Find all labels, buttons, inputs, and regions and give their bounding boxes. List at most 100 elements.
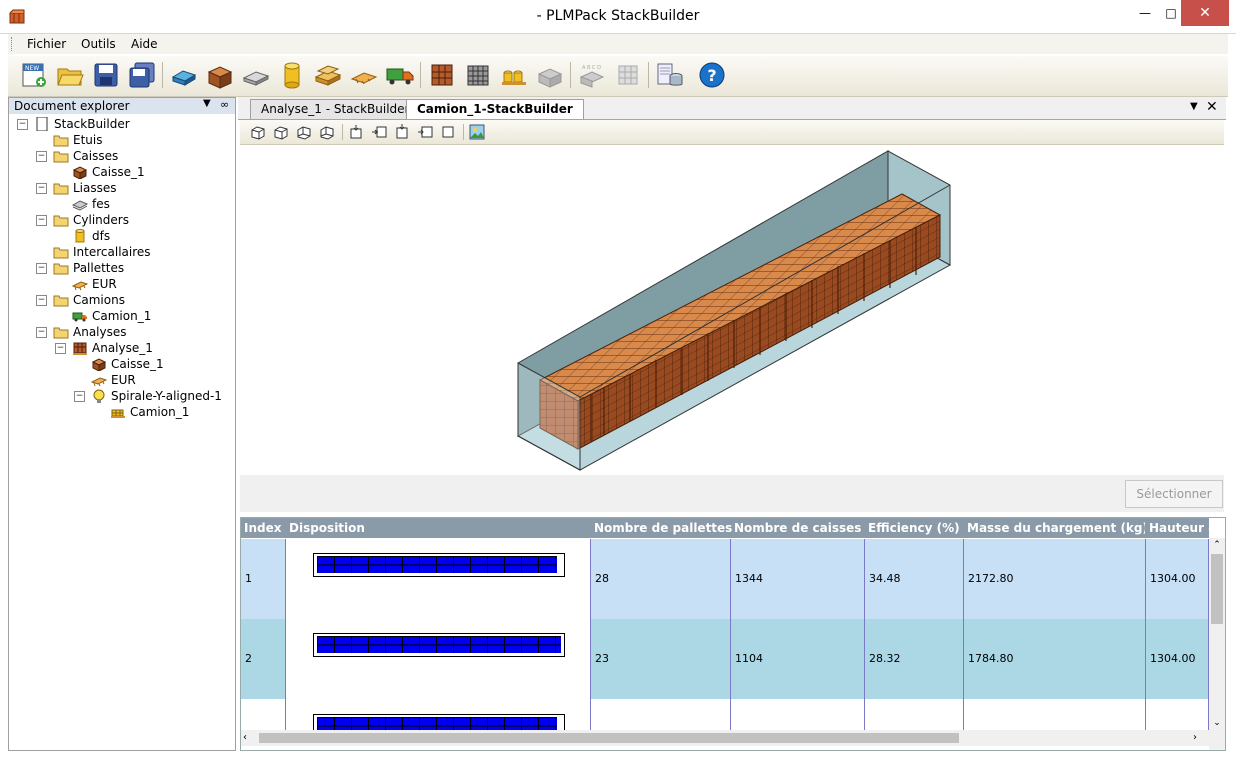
tree-node[interactable]: Intercallaires bbox=[9, 244, 235, 260]
disabled-icon: A B C D bbox=[579, 65, 605, 88]
save-icon[interactable] bbox=[92, 61, 120, 89]
tree-collapse-icon[interactable]: − bbox=[36, 327, 47, 338]
tree-node[interactable]: − Cylinders bbox=[9, 212, 235, 228]
tree-node-label: Camions bbox=[73, 293, 125, 307]
truck-icon[interactable] bbox=[386, 61, 414, 89]
col-header-height[interactable]: Hauteur d bbox=[1149, 518, 1209, 538]
tree-node[interactable]: Etuis bbox=[9, 132, 235, 148]
scroll-left-icon[interactable]: ‹ bbox=[243, 730, 257, 746]
view-back-icon[interactable] bbox=[440, 124, 456, 140]
tree-collapse-icon[interactable]: − bbox=[36, 151, 47, 162]
table-row[interactable]: 1 28 1344 34.48 2172.80 1304.00 bbox=[241, 539, 1209, 622]
database-icon[interactable] bbox=[656, 61, 684, 89]
pallet-analysis-icon[interactable] bbox=[428, 61, 456, 89]
toolbar-separator bbox=[420, 62, 421, 88]
col-header-pallets[interactable]: Nombre de pallettes bbox=[594, 518, 732, 538]
case-icon bbox=[72, 166, 88, 179]
tree-node[interactable]: Caisse_1 bbox=[9, 356, 235, 372]
tab-camion-1[interactable]: Camion_1-StackBuilder bbox=[406, 99, 584, 119]
scroll-down-icon[interactable]: ⌄ bbox=[1209, 716, 1225, 730]
new-doc-icon[interactable]: NEW bbox=[20, 61, 48, 89]
horizontal-scrollbar[interactable]: ‹ › bbox=[241, 730, 1209, 746]
tab-list-icon[interactable]: ▼ bbox=[1190, 101, 1198, 112]
svg-text:?: ? bbox=[707, 66, 716, 85]
toolbar-separator bbox=[648, 62, 649, 88]
col-header-cases[interactable]: Nombre de caisses bbox=[734, 518, 866, 538]
grid-header: Index Disposition Nombre de pallettes No… bbox=[241, 518, 1209, 538]
tree-node[interactable]: − Analyses bbox=[9, 324, 235, 340]
col-header-efficiency[interactable]: Efficiency (%) bbox=[868, 518, 964, 538]
interlayer-icon[interactable] bbox=[242, 61, 270, 89]
explorer-title: Document explorer bbox=[14, 99, 130, 113]
minimize-button[interactable]: — bbox=[1131, 0, 1159, 26]
tree-node[interactable]: Caisse_1 bbox=[9, 164, 235, 180]
cylinder-analysis-icon[interactable] bbox=[500, 61, 528, 89]
pallet-icon[interactable] bbox=[314, 61, 342, 89]
tree-collapse-icon[interactable]: − bbox=[17, 119, 28, 130]
bundle-icon[interactable] bbox=[170, 61, 198, 89]
tree-node[interactable]: EUR bbox=[9, 276, 235, 292]
col-header-index[interactable]: Index bbox=[244, 518, 284, 538]
view-corner-3-icon[interactable] bbox=[296, 124, 312, 140]
vertical-scrollbar[interactable]: ⌃ ⌄ bbox=[1209, 538, 1225, 750]
tree-node[interactable]: EUR bbox=[9, 372, 235, 388]
image-export-icon[interactable] bbox=[469, 124, 485, 140]
menu-aide[interactable]: Aide bbox=[131, 34, 158, 54]
tree-collapse-icon[interactable]: − bbox=[36, 295, 47, 306]
tree-node-label: EUR bbox=[92, 277, 117, 291]
tree-node[interactable]: Camion_1 bbox=[9, 308, 235, 324]
truck-3d-view[interactable] bbox=[240, 145, 1224, 475]
scroll-thumb[interactable] bbox=[259, 733, 959, 743]
view-top-icon[interactable] bbox=[348, 124, 364, 140]
col-header-disposition[interactable]: Disposition bbox=[289, 518, 589, 538]
scroll-right-icon[interactable]: › bbox=[1193, 730, 1207, 746]
close-button[interactable]: ✕ bbox=[1181, 0, 1229, 26]
tree-collapse-icon[interactable]: − bbox=[36, 215, 47, 226]
tree-root[interactable]: − StackBuilder bbox=[9, 116, 235, 132]
tree-node[interactable]: − Spirale-Y-aligned-1 bbox=[9, 388, 235, 404]
view-left-icon[interactable] bbox=[371, 124, 387, 140]
pallet-layout bbox=[317, 556, 557, 573]
tab-analyse-1[interactable]: Analyse_1 - StackBuilder bbox=[250, 99, 421, 119]
tree-node[interactable]: Camion_1 bbox=[9, 404, 235, 420]
table-row[interactable] bbox=[241, 699, 1209, 730]
pallet-flat-icon[interactable] bbox=[350, 61, 378, 89]
case-icon[interactable] bbox=[206, 61, 234, 89]
tree-node[interactable]: − Camions bbox=[9, 292, 235, 308]
tree-node-label: StackBuilder bbox=[54, 117, 130, 131]
table-row[interactable]: 2 23 1104 28.32 1784.80 1304.00 bbox=[241, 619, 1209, 700]
tree-node-label: Caisses bbox=[73, 149, 119, 163]
dropdown-icon[interactable]: ▼ bbox=[203, 98, 211, 109]
tree-node[interactable]: − Caisses bbox=[9, 148, 235, 164]
pin-icon[interactable]: ∞ bbox=[220, 98, 229, 111]
tree-collapse-icon[interactable]: − bbox=[36, 183, 47, 194]
view-corner-1-icon[interactable] bbox=[250, 124, 266, 140]
cylinder-icon[interactable] bbox=[278, 61, 306, 89]
tree-node[interactable]: − Analyse_1 bbox=[9, 340, 235, 356]
view-front-icon[interactable] bbox=[394, 124, 410, 140]
save-all-icon[interactable] bbox=[128, 61, 156, 89]
tree-node[interactable]: − Liasses bbox=[9, 180, 235, 196]
scroll-up-icon[interactable]: ⌃ bbox=[1209, 538, 1225, 552]
view-right-icon[interactable] bbox=[417, 124, 433, 140]
view-corner-2-icon[interactable] bbox=[273, 124, 289, 140]
tree-collapse-icon[interactable]: − bbox=[36, 263, 47, 274]
selection-panel bbox=[240, 475, 1224, 512]
help-icon[interactable]: ? bbox=[698, 61, 726, 89]
scroll-thumb[interactable] bbox=[1211, 554, 1223, 624]
tree-node[interactable]: dfs bbox=[9, 228, 235, 244]
menu-outils[interactable]: Outils bbox=[81, 34, 116, 54]
case-analysis-icon[interactable] bbox=[464, 61, 492, 89]
truck-loading-3d-render bbox=[516, 150, 952, 471]
select-button[interactable]: Sélectionner bbox=[1125, 480, 1223, 508]
menu-fichier[interactable]: Fichier bbox=[27, 34, 66, 54]
tree-node[interactable]: fes bbox=[9, 196, 235, 212]
close-doc-icon[interactable]: ✕ bbox=[1206, 99, 1218, 115]
col-header-mass[interactable]: Masse du chargement (kg) bbox=[967, 518, 1145, 538]
case-icon bbox=[91, 358, 107, 371]
open-icon[interactable] bbox=[56, 61, 84, 89]
view-corner-4-icon[interactable] bbox=[319, 124, 335, 140]
tree-collapse-icon[interactable]: − bbox=[55, 343, 66, 354]
tree-node[interactable]: − Pallettes bbox=[9, 260, 235, 276]
tree-collapse-icon[interactable]: − bbox=[74, 391, 85, 402]
